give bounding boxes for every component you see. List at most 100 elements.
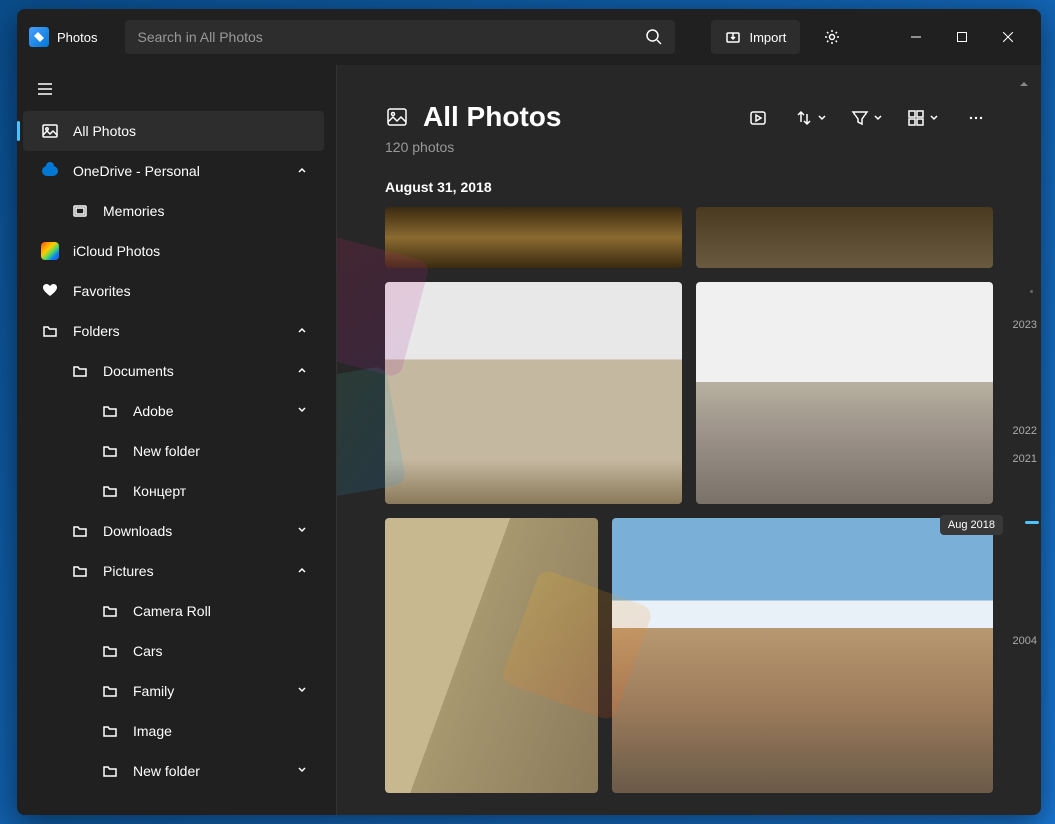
timeline-up-button[interactable] [1013,73,1035,95]
chevron-down-icon[interactable] [296,524,310,538]
sidebar-item-label: Концерт [133,483,310,499]
timeline-year[interactable]: 2021 [1013,453,1037,465]
sidebar-item-label: Documents [103,363,282,379]
sidebar-item-label: New folder [133,443,310,459]
chevron-up-icon[interactable] [296,364,310,378]
import-icon [725,29,741,45]
sidebar-item-image[interactable]: Image [23,711,324,751]
sidebar-item-concert[interactable]: Концерт [23,471,324,511]
sidebar-item-newfolder2[interactable]: New folder [23,751,324,791]
sidebar-item-label: Cars [133,643,310,659]
sidebar-item-label: Favorites [73,283,310,299]
import-label: Import [749,30,786,45]
app-title: Photos [57,30,97,45]
page-header: All Photos 120 photos [385,101,993,155]
chevron-down-icon[interactable] [296,404,310,418]
timeline-current-badge: Aug 2018 [940,515,1003,535]
folder-icon [101,642,119,660]
hamburger-button[interactable] [25,71,65,107]
folder-icon [101,402,119,420]
settings-button[interactable] [812,17,852,57]
body-area: All Photos OneDrive - Personal Memories … [17,65,1041,815]
chevron-up-icon[interactable] [296,324,310,338]
close-button[interactable] [985,21,1031,53]
titlebar: Photos Import [17,9,1041,65]
page-subtitle: 120 photos [385,139,561,155]
grid-icon [907,109,925,127]
sidebar-item-cameraroll[interactable]: Camera Roll [23,591,324,631]
sidebar-item-folders[interactable]: Folders [23,311,324,351]
sidebar-item-onedrive[interactable]: OneDrive - Personal [23,151,324,191]
chevron-down-icon [873,113,883,123]
sort-button[interactable] [791,101,831,135]
sidebar-item-adobe[interactable]: Adobe [23,391,324,431]
photo-thumbnail[interactable] [696,207,993,268]
photo-thumbnail[interactable] [696,282,993,504]
sidebar-item-label: OneDrive - Personal [73,163,282,179]
play-icon [749,109,767,127]
more-icon [967,109,985,127]
timeline-year[interactable]: 2023 [1013,319,1037,331]
search-input[interactable] [137,29,645,45]
sidebar-item-all-photos[interactable]: All Photos [23,111,324,151]
chevron-down-icon[interactable] [296,684,310,698]
search-box[interactable] [125,20,675,54]
sidebar-item-documents[interactable]: Documents [23,351,324,391]
folder-icon [101,442,119,460]
photo-grid [385,207,993,793]
folder-icon [101,762,119,780]
sidebar-item-label: All Photos [73,123,310,139]
sidebar-item-newfolder[interactable]: New folder [23,431,324,471]
sidebar-item-label: Downloads [103,523,282,539]
layout-button[interactable] [903,101,943,135]
chevron-up-icon[interactable] [296,564,310,578]
filter-button[interactable] [847,101,887,135]
sidebar-item-icloud[interactable]: iCloud Photos [23,231,324,271]
app-icon [29,27,49,47]
photo-icon [41,122,59,140]
sidebar-item-cars[interactable]: Cars [23,631,324,671]
chevron-down-icon[interactable] [296,764,310,778]
chevron-down-icon [929,113,939,123]
sort-icon [795,109,813,127]
photo-collection-icon [385,105,409,129]
slideshow-button[interactable] [741,101,775,135]
folder-icon [71,362,89,380]
photo-thumbnail[interactable] [385,207,682,268]
timeline-tick [1030,290,1033,293]
sidebar-item-pictures[interactable]: Pictures [23,551,324,591]
icloud-icon [41,242,59,260]
photo-thumbnail[interactable] [612,518,993,793]
search-icon[interactable] [645,28,663,46]
onedrive-icon [41,162,59,180]
window-controls [893,21,1031,53]
sidebar-item-label: Pictures [103,563,282,579]
gear-icon [823,28,841,46]
maximize-button[interactable] [939,21,985,53]
heart-icon [41,282,59,300]
folder-icon [101,722,119,740]
timeline-year[interactable]: 2022 [1013,425,1037,437]
memories-icon [71,202,89,220]
chevron-down-icon [817,113,827,123]
nav-area: All Photos OneDrive - Personal Memories … [17,111,336,815]
folder-icon [101,682,119,700]
sidebar-item-memories[interactable]: Memories [23,191,324,231]
import-button[interactable]: Import [711,20,800,54]
folder-icon [71,562,89,580]
photo-thumbnail[interactable] [385,518,598,793]
sidebar-item-family[interactable]: Family [23,671,324,711]
sidebar-item-label: Folders [73,323,282,339]
sidebar-item-favorites[interactable]: Favorites [23,271,324,311]
folder-icon [101,482,119,500]
sidebar-item-label: Adobe [133,403,282,419]
photo-thumbnail[interactable] [385,282,682,504]
chevron-up-icon[interactable] [296,164,310,178]
folder-icon [41,322,59,340]
timeline-year[interactable]: 2004 [1013,635,1037,647]
timeline-scrubber[interactable]: 2023 2022 2021 Aug 2018 2004 [1007,65,1041,815]
more-button[interactable] [959,101,993,135]
sidebar-item-label: Camera Roll [133,603,310,619]
minimize-button[interactable] [893,21,939,53]
sidebar-item-downloads[interactable]: Downloads [23,511,324,551]
